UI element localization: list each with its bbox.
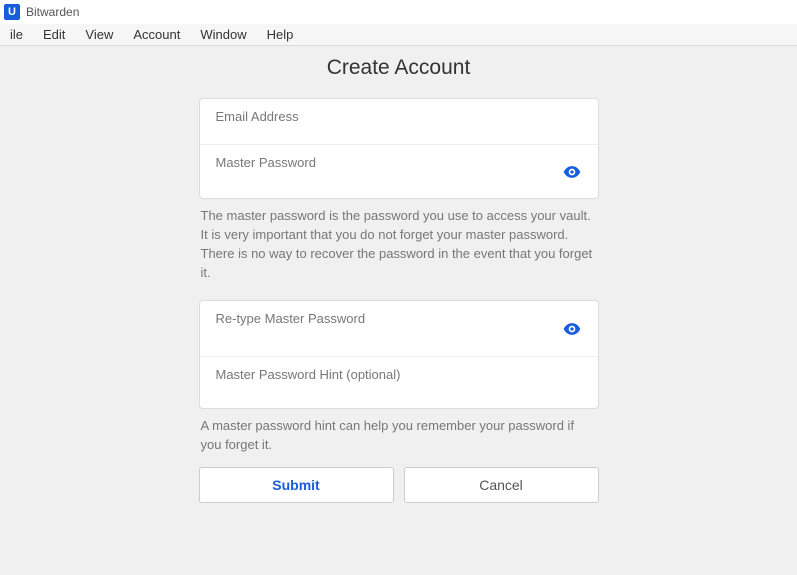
eye-icon[interactable] xyxy=(562,162,582,182)
menu-help[interactable]: Help xyxy=(257,25,304,44)
master-password-field[interactable]: Master Password xyxy=(200,144,598,198)
menu-account[interactable]: Account xyxy=(123,25,190,44)
master-password-label: Master Password xyxy=(216,155,582,170)
page-title: Create Account xyxy=(199,56,599,80)
card-credentials: Email Address Master Password xyxy=(199,98,599,199)
password-hint-help: A master password hint can help you reme… xyxy=(201,417,597,455)
email-field[interactable]: Email Address xyxy=(200,99,598,144)
submit-button[interactable]: Submit xyxy=(199,467,394,503)
menu-edit[interactable]: Edit xyxy=(33,25,75,44)
content-area: Create Account Email Address Master Pass… xyxy=(0,46,797,575)
password-hint-label: Master Password Hint (optional) xyxy=(216,367,582,382)
card-confirm: Re-type Master Password Master Password … xyxy=(199,300,599,409)
retype-password-field[interactable]: Re-type Master Password xyxy=(200,301,598,356)
menu-view[interactable]: View xyxy=(75,25,123,44)
cancel-button[interactable]: Cancel xyxy=(404,467,599,503)
menu-window[interactable]: Window xyxy=(190,25,256,44)
app-icon: U xyxy=(4,4,20,20)
button-row: Submit Cancel xyxy=(199,467,599,503)
title-bar: U Bitwarden xyxy=(0,0,797,24)
create-account-page: Create Account Email Address Master Pass… xyxy=(199,56,599,503)
eye-icon[interactable] xyxy=(562,319,582,339)
menu-file[interactable]: ile xyxy=(0,25,33,44)
menu-bar: ile Edit View Account Window Help xyxy=(0,24,797,46)
retype-password-label: Re-type Master Password xyxy=(216,311,582,326)
app-title: Bitwarden xyxy=(26,5,79,19)
password-hint-field[interactable]: Master Password Hint (optional) xyxy=(200,356,598,408)
master-password-help: The master password is the password you … xyxy=(201,207,597,282)
email-label: Email Address xyxy=(216,109,582,124)
